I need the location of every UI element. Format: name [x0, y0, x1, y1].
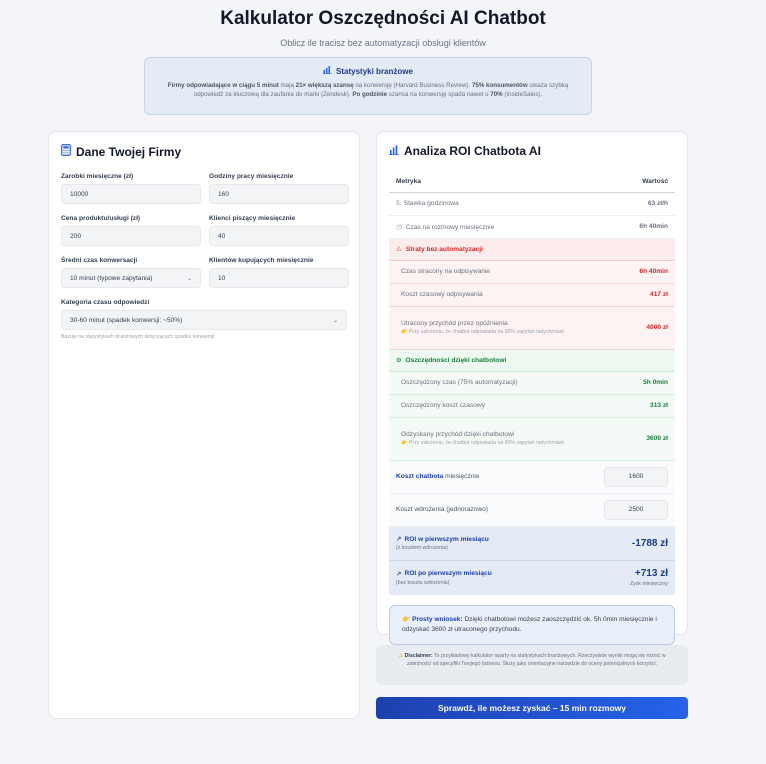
warning-icon: ⚠ [396, 246, 402, 253]
table-row: Koszt czasowy odpisywania 417 zł [389, 283, 675, 307]
monthly-earnings-input[interactable]: 10000 [61, 184, 201, 204]
industry-stats-box: Statystyki branżowe Firmy odpowiadające … [144, 57, 592, 115]
field-response-category: Kategoria czasu odpowiedzi 30-60 minut (… [61, 299, 347, 340]
roi-after-first-month-row: ↗ ROI po pierwszym miesiącu (bez kosztu wd… [389, 560, 675, 595]
table-row: Oszczędzony koszt czasowy 313 zł [389, 394, 675, 418]
trending-up-icon: ↗ [396, 536, 402, 543]
chatbot-cost-input[interactable]: 1600 [604, 466, 668, 487]
table-row: ◷ Czas na rozmowy miesięcznie 6h 40min [389, 215, 675, 239]
stats-text: Firmy odpowiadające w ciągu 5 minut mają… [167, 82, 569, 98]
product-price-input[interactable]: 200 [61, 226, 201, 246]
warning-icon: ⚠ [398, 653, 404, 659]
chart-icon [323, 66, 333, 76]
hand-icon: 👉 [402, 616, 411, 623]
chatbot-cost-row: Koszt chatbota miesięcznie 1600 [389, 460, 675, 494]
hand-icon: 👉 [401, 440, 408, 446]
field-conversation-time: Średni czas konwersacji 10 minut (typowe… [61, 257, 201, 288]
company-data-card: Dane Twojej Firmy Zarobki miesięczne (zł… [48, 131, 360, 719]
table-row: $ Stawka godzinowa 63 zł/h [389, 192, 675, 216]
chart-icon [389, 144, 399, 158]
field-clients-writing: Klienci piszący miesięcznie 40 [209, 215, 349, 246]
field-clients-buying: Klientów kupujących miesięcznie 10 [209, 257, 349, 288]
response-category-select[interactable]: 30-60 minut (spadek konwersji: ~50%) ⌄ [61, 310, 347, 330]
trending-up-icon: ↗ [396, 570, 402, 578]
field-product-price: Cena produktu/usługi (zł) 200 [61, 215, 201, 246]
dollar-icon: $ [396, 200, 400, 207]
clients-buying-input[interactable]: 10 [209, 268, 349, 288]
hand-icon: 👉 [401, 329, 408, 335]
loss-section-header: ⚠ Straty bez automatyzacji [389, 238, 675, 261]
roi-analysis-title: Analiza ROI Chatbota AI [389, 144, 675, 158]
setup-cost-input[interactable]: 2500 [604, 499, 668, 520]
roi-table: Metryka Wartość $ Stawka godzinowa 63 zł/… [389, 172, 675, 595]
work-hours-input[interactable]: 160 [209, 184, 349, 204]
chevron-down-icon: ⌄ [186, 275, 192, 282]
savings-section-header: ⊙ Oszczędności dzięki chatbotowi [389, 349, 675, 372]
page-title: Kalkulator Oszczędności AI Chatbot [220, 8, 546, 29]
field-monthly-earnings: Zarobki miesięczne (zł) 10000 [61, 173, 201, 204]
conversation-time-select[interactable]: 10 minut (typowe zapytania) ⌄ [61, 268, 201, 288]
roi-analysis-card: Analiza ROI Chatbota AI Metryka Wartość … [376, 131, 688, 645]
table-header: Metryka Wartość [389, 172, 675, 193]
table-row: Odzyskany przychód dzięki chatbotowi 👉 Pr… [389, 417, 675, 461]
cta-button[interactable]: Sprawdź, ile możesz zyskać – 15 min rozm… [376, 697, 688, 719]
page-subtitle: Oblicz ile tracisz bez automatyzacji obs… [280, 38, 486, 48]
company-data-title: Dane Twojej Firmy [61, 144, 347, 159]
chevron-down-icon: ⌄ [332, 317, 338, 324]
clients-writing-input[interactable]: 40 [209, 226, 349, 246]
disclaimer-box: ⚠ Disclaimer: To przykładowy kalkulator … [376, 645, 688, 685]
table-row: Czas stracony na odpisywanie 6h 40min [389, 260, 675, 284]
roi-first-month-row: ↗ ROI w pierwszym miesiącu (z kosztem wdro… [389, 526, 675, 561]
table-row: Oszczędzony czas (75% automatyzacji) 5h … [389, 371, 675, 395]
field-work-hours: Godziny pracy miesięcznie 160 [209, 173, 349, 204]
table-row: Utracony przychód przez opóźnienia 👉 Przy… [389, 306, 675, 350]
conclusion-box: 👉 Prosty wniosek: Dzięki chatbotowi może… [389, 605, 675, 645]
calculator-icon [61, 144, 71, 159]
category-hint: Bazuje na statystykach branżowych dotycz… [61, 334, 215, 340]
stats-heading: Statystyki branżowe [157, 66, 579, 76]
clock-icon: ◷ [396, 223, 402, 231]
setup-cost-row: Koszt wdrożenia (jednorazowo) 2500 [389, 493, 675, 527]
check-circle-icon: ⊙ [396, 357, 402, 364]
